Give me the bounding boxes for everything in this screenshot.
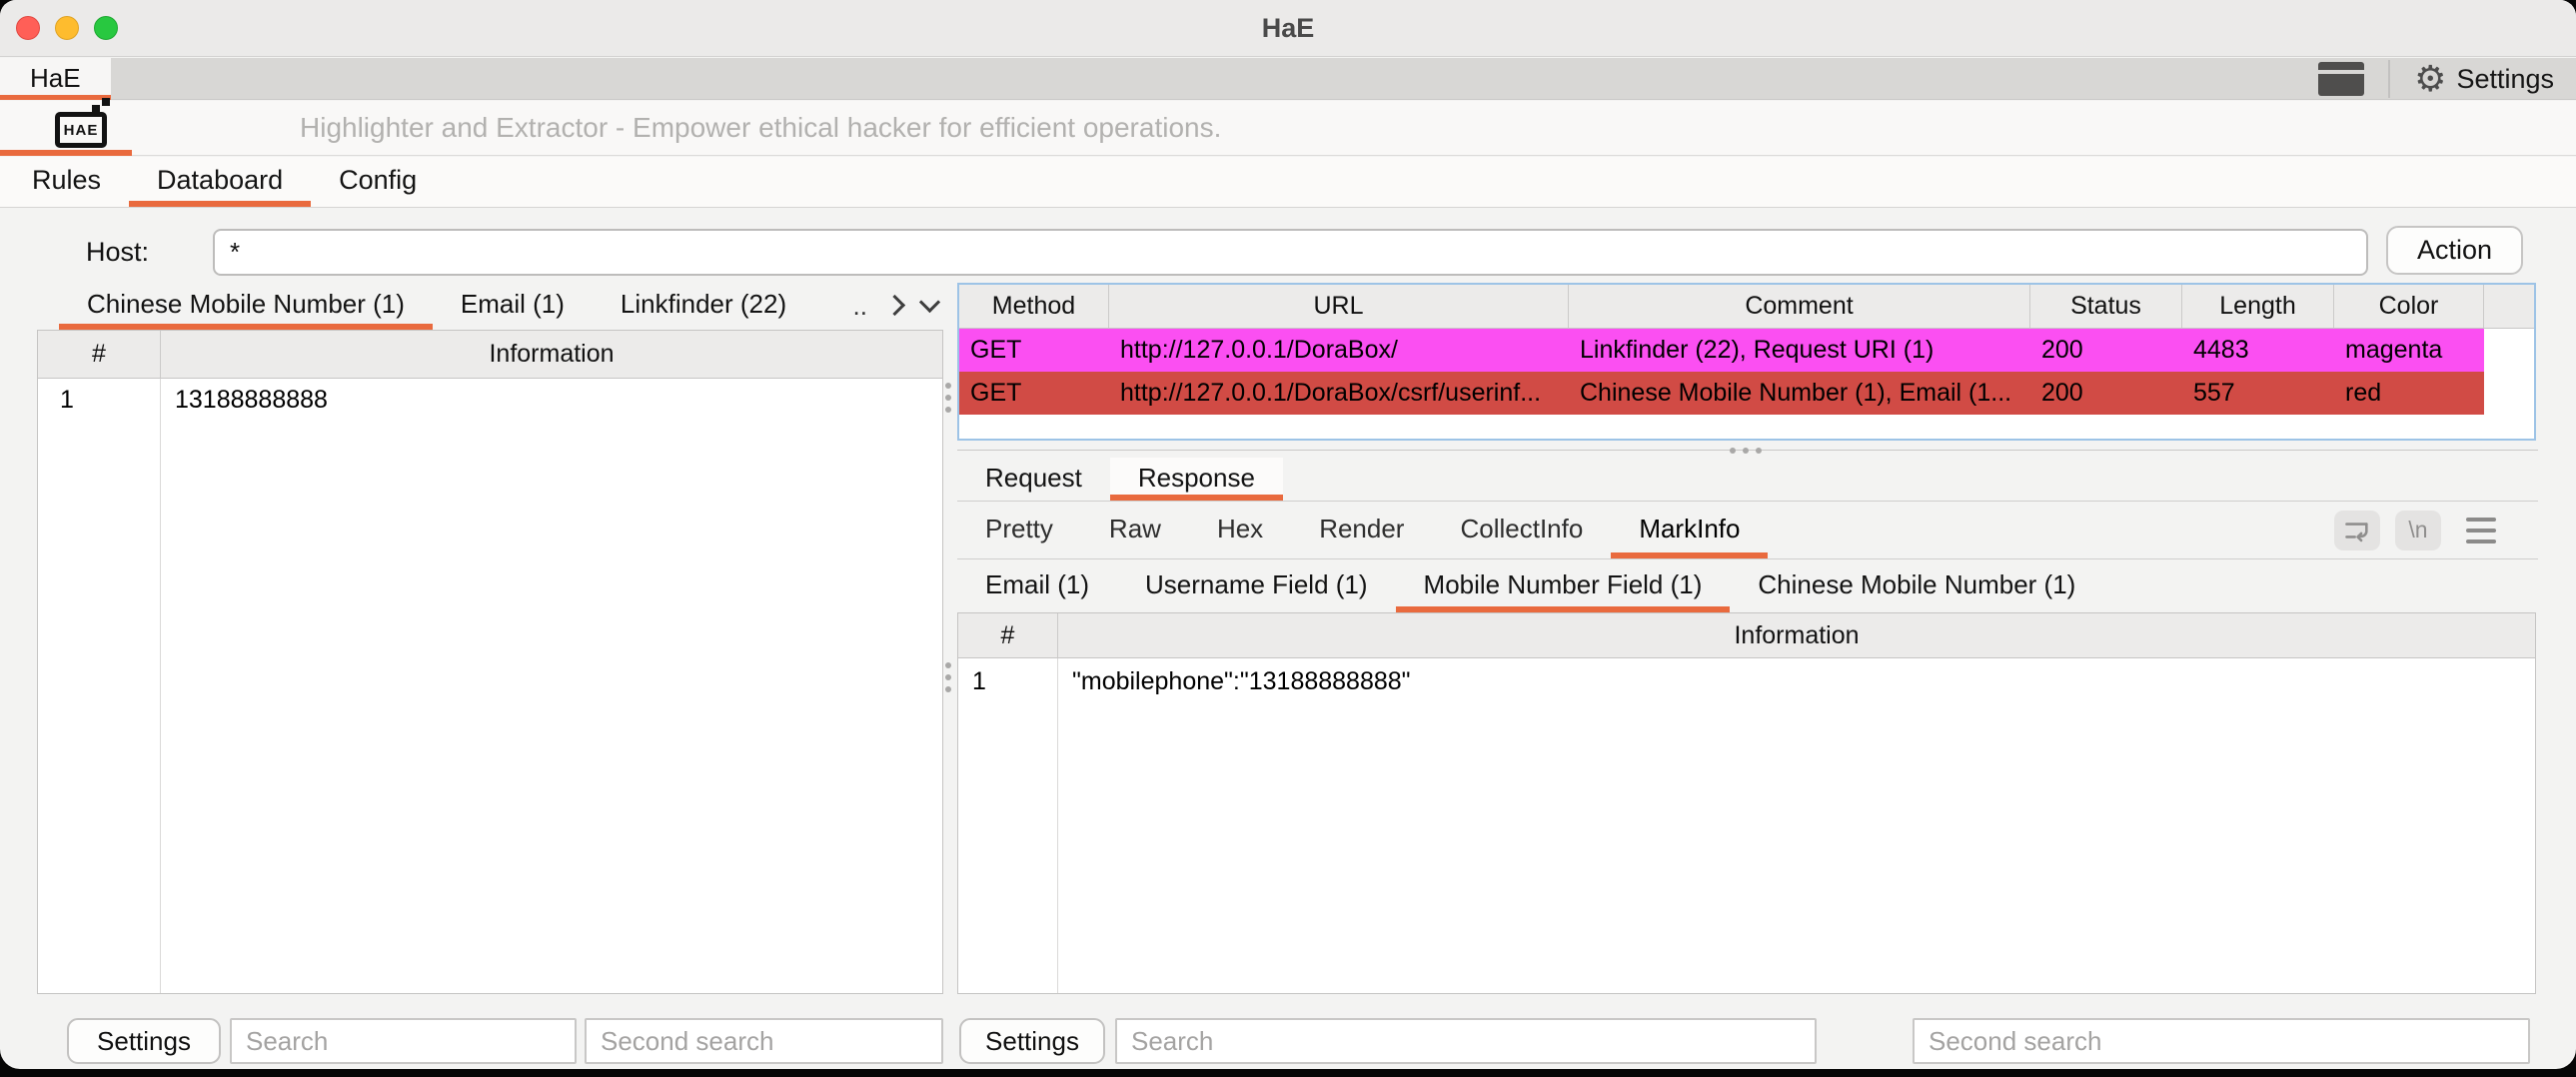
host-input[interactable] (213, 229, 2368, 276)
word-wrap-icon (2343, 517, 2371, 544)
column-header-status[interactable]: Status (2030, 285, 2182, 329)
cell-comment: Chinese Mobile Number (1), Email (1... (1569, 372, 2030, 415)
cell-status: 200 (2030, 372, 2182, 415)
request-list-table: Method URL Comment Status Length Color G… (957, 283, 2536, 441)
column-header-color[interactable]: Color (2334, 285, 2484, 329)
column-header-num[interactable]: # (958, 613, 1058, 658)
host-label: Host: (86, 228, 149, 276)
column-header-comment[interactable]: Comment (1569, 285, 2030, 329)
tab-overflow-label: .. (853, 291, 867, 321)
tab-mark-mobile-number-field[interactable]: Mobile Number Field (1) (1396, 559, 1731, 612)
tab-hex[interactable]: Hex (1189, 502, 1291, 558)
column-header-num[interactable]: # (38, 331, 161, 379)
databoard-right-panel: Method URL Comment Status Length Color G… (957, 281, 2538, 1069)
chevron-down-icon[interactable] (919, 292, 940, 313)
tabbar-right-controls: ⚙ Settings (2318, 58, 2554, 100)
logo-pixel (92, 105, 100, 113)
hae-logo: HAE (55, 112, 107, 148)
desktop-background: HaE HaE ⚙ Settings HAE Highlighter and E… (0, 0, 2576, 1077)
tab-markinfo[interactable]: MarkInfo (1611, 502, 1768, 558)
information-table: # Information 1 13188888888 (37, 330, 943, 994)
window-title: HaE (0, 0, 2576, 56)
cell-method: GET (959, 372, 1109, 415)
tab-collectinfo[interactable]: CollectInfo (1432, 502, 1611, 558)
tab-rules[interactable]: Rules (4, 157, 129, 207)
hae-window: HaE HaE ⚙ Settings HAE Highlighter and E… (0, 0, 2576, 1069)
column-header-length[interactable]: Length (2182, 285, 2334, 329)
banner-subtitle: Highlighter and Extractor - Empower ethi… (300, 101, 1221, 155)
table-cell-information[interactable]: "mobilephone":"13188888888" (1058, 658, 2535, 704)
splitter-handle-dots (1730, 448, 1762, 454)
tab-overflow-controls: .. (853, 281, 937, 330)
word-wrap-button[interactable] (2334, 511, 2380, 550)
tab-linkfinder[interactable]: Linkfinder (22) (593, 281, 814, 330)
tab-pretty[interactable]: Pretty (957, 502, 1081, 558)
extract-type-tabbar: Chinese Mobile Number (1) Email (1) Link… (37, 281, 943, 330)
tab-databoard[interactable]: Databoard (129, 157, 311, 207)
left-settings-button[interactable]: Settings (67, 1018, 221, 1064)
vertical-splitter-handle[interactable] (945, 383, 951, 413)
column-header-url[interactable]: URL (1109, 285, 1569, 329)
tab-config[interactable]: Config (311, 157, 445, 207)
request-row-magenta[interactable]: GET http://127.0.0.1/DoraBox/ Linkfinder… (959, 329, 2534, 372)
databoard-left-panel: Chinese Mobile Number (1) Email (1) Link… (37, 281, 943, 1069)
tab-hae[interactable]: HaE (0, 58, 111, 100)
tab-response[interactable]: Response (1110, 458, 1283, 501)
action-button[interactable]: Action (2386, 226, 2523, 275)
tab-chinese-mobile-number[interactable]: Chinese Mobile Number (1) (59, 281, 433, 330)
logo-pixel (102, 98, 110, 106)
request-row-red[interactable]: GET http://127.0.0.1/DoraBox/csrf/userin… (959, 372, 2534, 415)
left-search-input[interactable] (230, 1018, 577, 1064)
vertical-splitter-handle[interactable] (945, 662, 951, 692)
right-settings-button[interactable]: Settings (959, 1018, 1105, 1064)
extension-tabbar: HaE ⚙ Settings (0, 58, 2576, 100)
horizontal-splitter[interactable] (957, 444, 2538, 458)
editor-menu-icon[interactable] (2466, 518, 2496, 543)
cell-url: http://127.0.0.1/DoraBox/csrf/userinf... (1109, 372, 1569, 415)
editor-view-controls: \n (2334, 502, 2538, 558)
settings-label: Settings (2456, 64, 2554, 95)
cell-color: red (2334, 372, 2484, 415)
right-second-search-input[interactable] (1913, 1018, 2530, 1064)
cell-url: http://127.0.0.1/DoraBox/ (1109, 329, 1569, 372)
tab-request[interactable]: Request (957, 458, 1110, 501)
cell-comment: Linkfinder (22), Request URI (1) (1569, 329, 2030, 372)
tab-email[interactable]: Email (1) (433, 281, 593, 330)
request-table-header: Method URL Comment Status Length Color (959, 285, 2534, 329)
cell-color: magenta (2334, 329, 2484, 372)
right-search-input[interactable] (1115, 1018, 1817, 1064)
tab-raw[interactable]: Raw (1081, 502, 1189, 558)
nav-tabbar: Rules Databoard Config (0, 157, 2576, 208)
cell-length: 4483 (2182, 329, 2334, 372)
cell-method: GET (959, 329, 1109, 372)
settings-menu[interactable]: ⚙ Settings (2414, 58, 2554, 100)
tab-render[interactable]: Render (1291, 502, 1432, 558)
gear-icon: ⚙ (2414, 58, 2446, 100)
tab-mark-chinese-mobile-number[interactable]: Chinese Mobile Number (1) (1730, 559, 2103, 612)
chevron-right-icon[interactable] (884, 295, 905, 316)
column-header-method[interactable]: Method (959, 285, 1109, 329)
banner-accent-underline (0, 150, 132, 156)
column-header-information[interactable]: Information (161, 331, 942, 379)
markinfo-tabbar: Email (1) Username Field (1) Mobile Numb… (957, 559, 2538, 612)
banner: HAE Highlighter and Extractor - Empower … (0, 101, 2576, 156)
cell-status: 200 (2030, 329, 2182, 372)
titlebar: HaE (0, 0, 2576, 57)
cell-length: 557 (2182, 372, 2334, 415)
column-header-information[interactable]: Information (1058, 613, 2535, 658)
tab-mark-email[interactable]: Email (1) (957, 559, 1117, 612)
table-cell-num[interactable]: 1 (38, 379, 161, 422)
left-second-search-input[interactable] (585, 1018, 943, 1064)
table-cell-num[interactable]: 1 (958, 658, 1058, 704)
view-tabbar: Pretty Raw Hex Render CollectInfo MarkIn… (957, 502, 2538, 559)
dock-layout-icon[interactable] (2318, 62, 2364, 96)
tab-mark-username-field[interactable]: Username Field (1) (1117, 559, 1396, 612)
tabbar-divider (2388, 60, 2390, 98)
newline-toggle-button[interactable]: \n (2395, 511, 2441, 550)
message-tabbar: Request Response (957, 458, 2538, 502)
table-cell-information[interactable]: 13188888888 (161, 379, 942, 422)
markinfo-information-table: # Information 1 "mobilephone":"131888888… (957, 612, 2536, 994)
